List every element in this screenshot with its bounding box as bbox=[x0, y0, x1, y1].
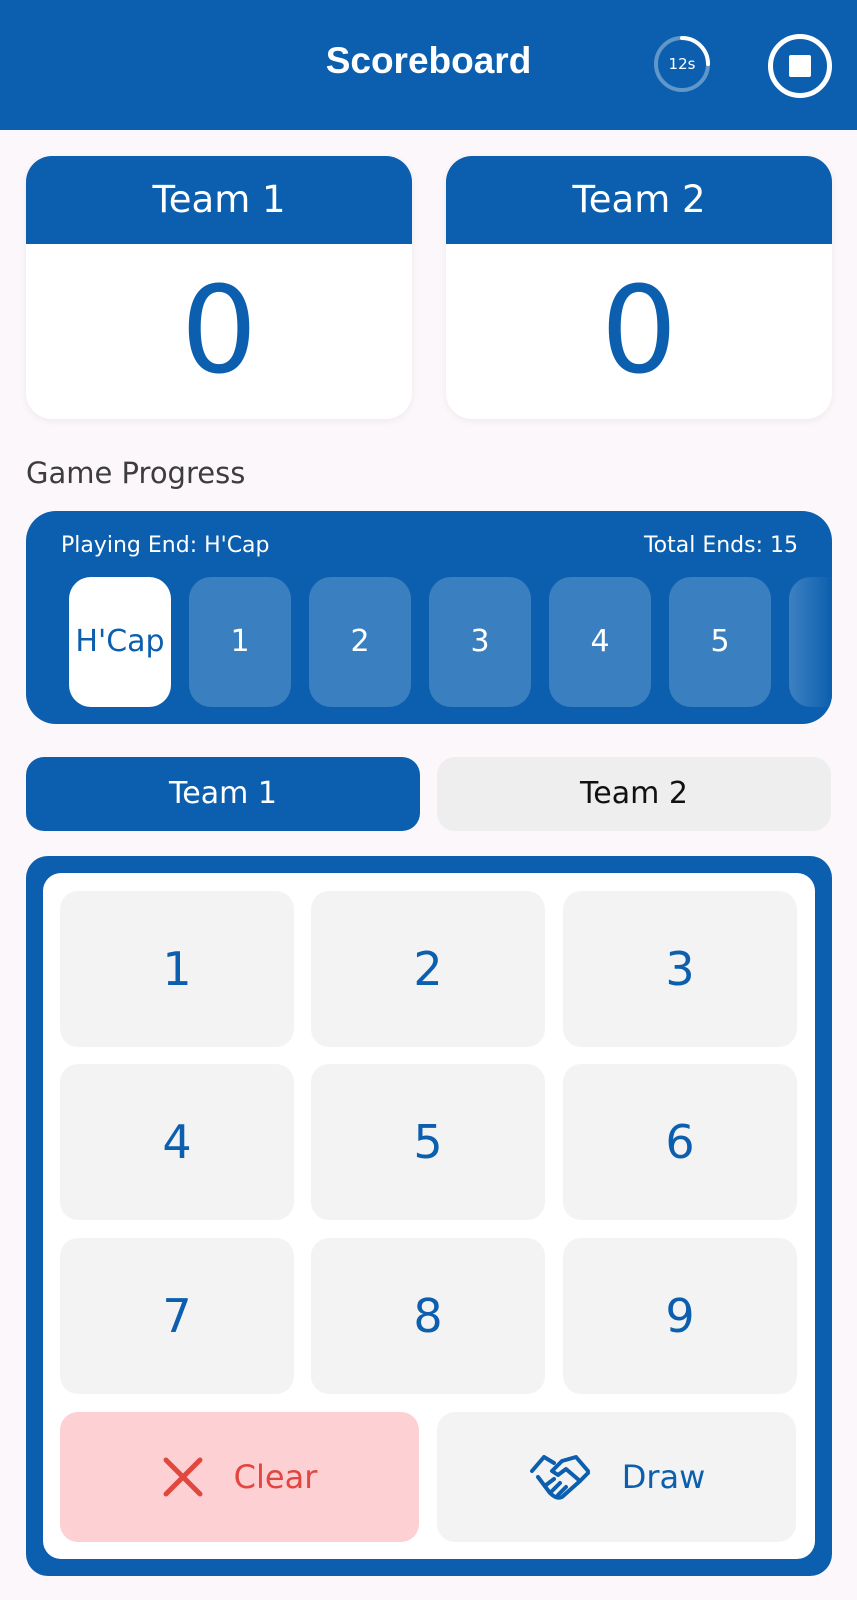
key-7[interactable]: 7 bbox=[60, 1238, 294, 1394]
timer-indicator: 12s bbox=[652, 34, 712, 94]
end-chip-2[interactable]: 2 bbox=[309, 577, 411, 707]
key-9[interactable]: 9 bbox=[563, 1238, 797, 1394]
draw-button[interactable]: Draw bbox=[437, 1412, 796, 1542]
key-5[interactable]: 5 bbox=[311, 1064, 545, 1220]
total-ends-label: Total Ends: 15 bbox=[643, 533, 798, 558]
team-2-name: Team 2 bbox=[446, 156, 832, 244]
game-progress-panel: Playing End: H'Cap Total Ends: 15 H'Cap … bbox=[26, 511, 832, 724]
team-1-score: 0 bbox=[180, 262, 258, 401]
end-chip-hcap[interactable]: H'Cap bbox=[69, 577, 171, 707]
team-1-score-card: Team 1 0 bbox=[26, 156, 412, 419]
scroll-fade bbox=[792, 577, 832, 707]
draw-label: Draw bbox=[621, 1458, 706, 1496]
clear-button[interactable]: Clear bbox=[60, 1412, 419, 1542]
game-progress-heading: Game Progress bbox=[26, 456, 246, 490]
end-chip-4[interactable]: 4 bbox=[549, 577, 651, 707]
end-chip-3[interactable]: 3 bbox=[429, 577, 531, 707]
handshake-icon bbox=[529, 1455, 590, 1500]
playing-end-label: Playing End: H'Cap bbox=[61, 533, 270, 558]
key-2[interactable]: 2 bbox=[311, 891, 545, 1047]
team-1-name: Team 1 bbox=[26, 156, 412, 244]
key-4[interactable]: 4 bbox=[60, 1064, 294, 1220]
key-3[interactable]: 3 bbox=[563, 891, 797, 1047]
keypad: 1 2 3 4 5 6 7 8 9 Clear Draw bbox=[43, 873, 815, 1559]
tab-team-1[interactable]: Team 1 bbox=[26, 757, 420, 831]
tab-team-2[interactable]: Team 2 bbox=[437, 757, 831, 831]
key-8[interactable]: 8 bbox=[311, 1238, 545, 1394]
app-bar: Scoreboard 12s bbox=[0, 0, 857, 130]
timer-label: 12s bbox=[668, 55, 696, 73]
key-6[interactable]: 6 bbox=[563, 1064, 797, 1220]
end-chip-5[interactable]: 5 bbox=[669, 577, 771, 707]
stop-icon bbox=[789, 55, 811, 77]
team-2-score-card: Team 2 0 bbox=[446, 156, 832, 419]
stop-button[interactable] bbox=[768, 34, 832, 98]
page-title: Scoreboard bbox=[325, 40, 532, 81]
ends-scroller[interactable]: H'Cap 1 2 3 4 5 bbox=[69, 577, 832, 707]
clear-label: Clear bbox=[233, 1458, 318, 1496]
close-icon bbox=[163, 1457, 203, 1497]
key-1[interactable]: 1 bbox=[60, 891, 294, 1047]
end-chip-1[interactable]: 1 bbox=[189, 577, 291, 707]
team-2-score: 0 bbox=[600, 262, 678, 401]
